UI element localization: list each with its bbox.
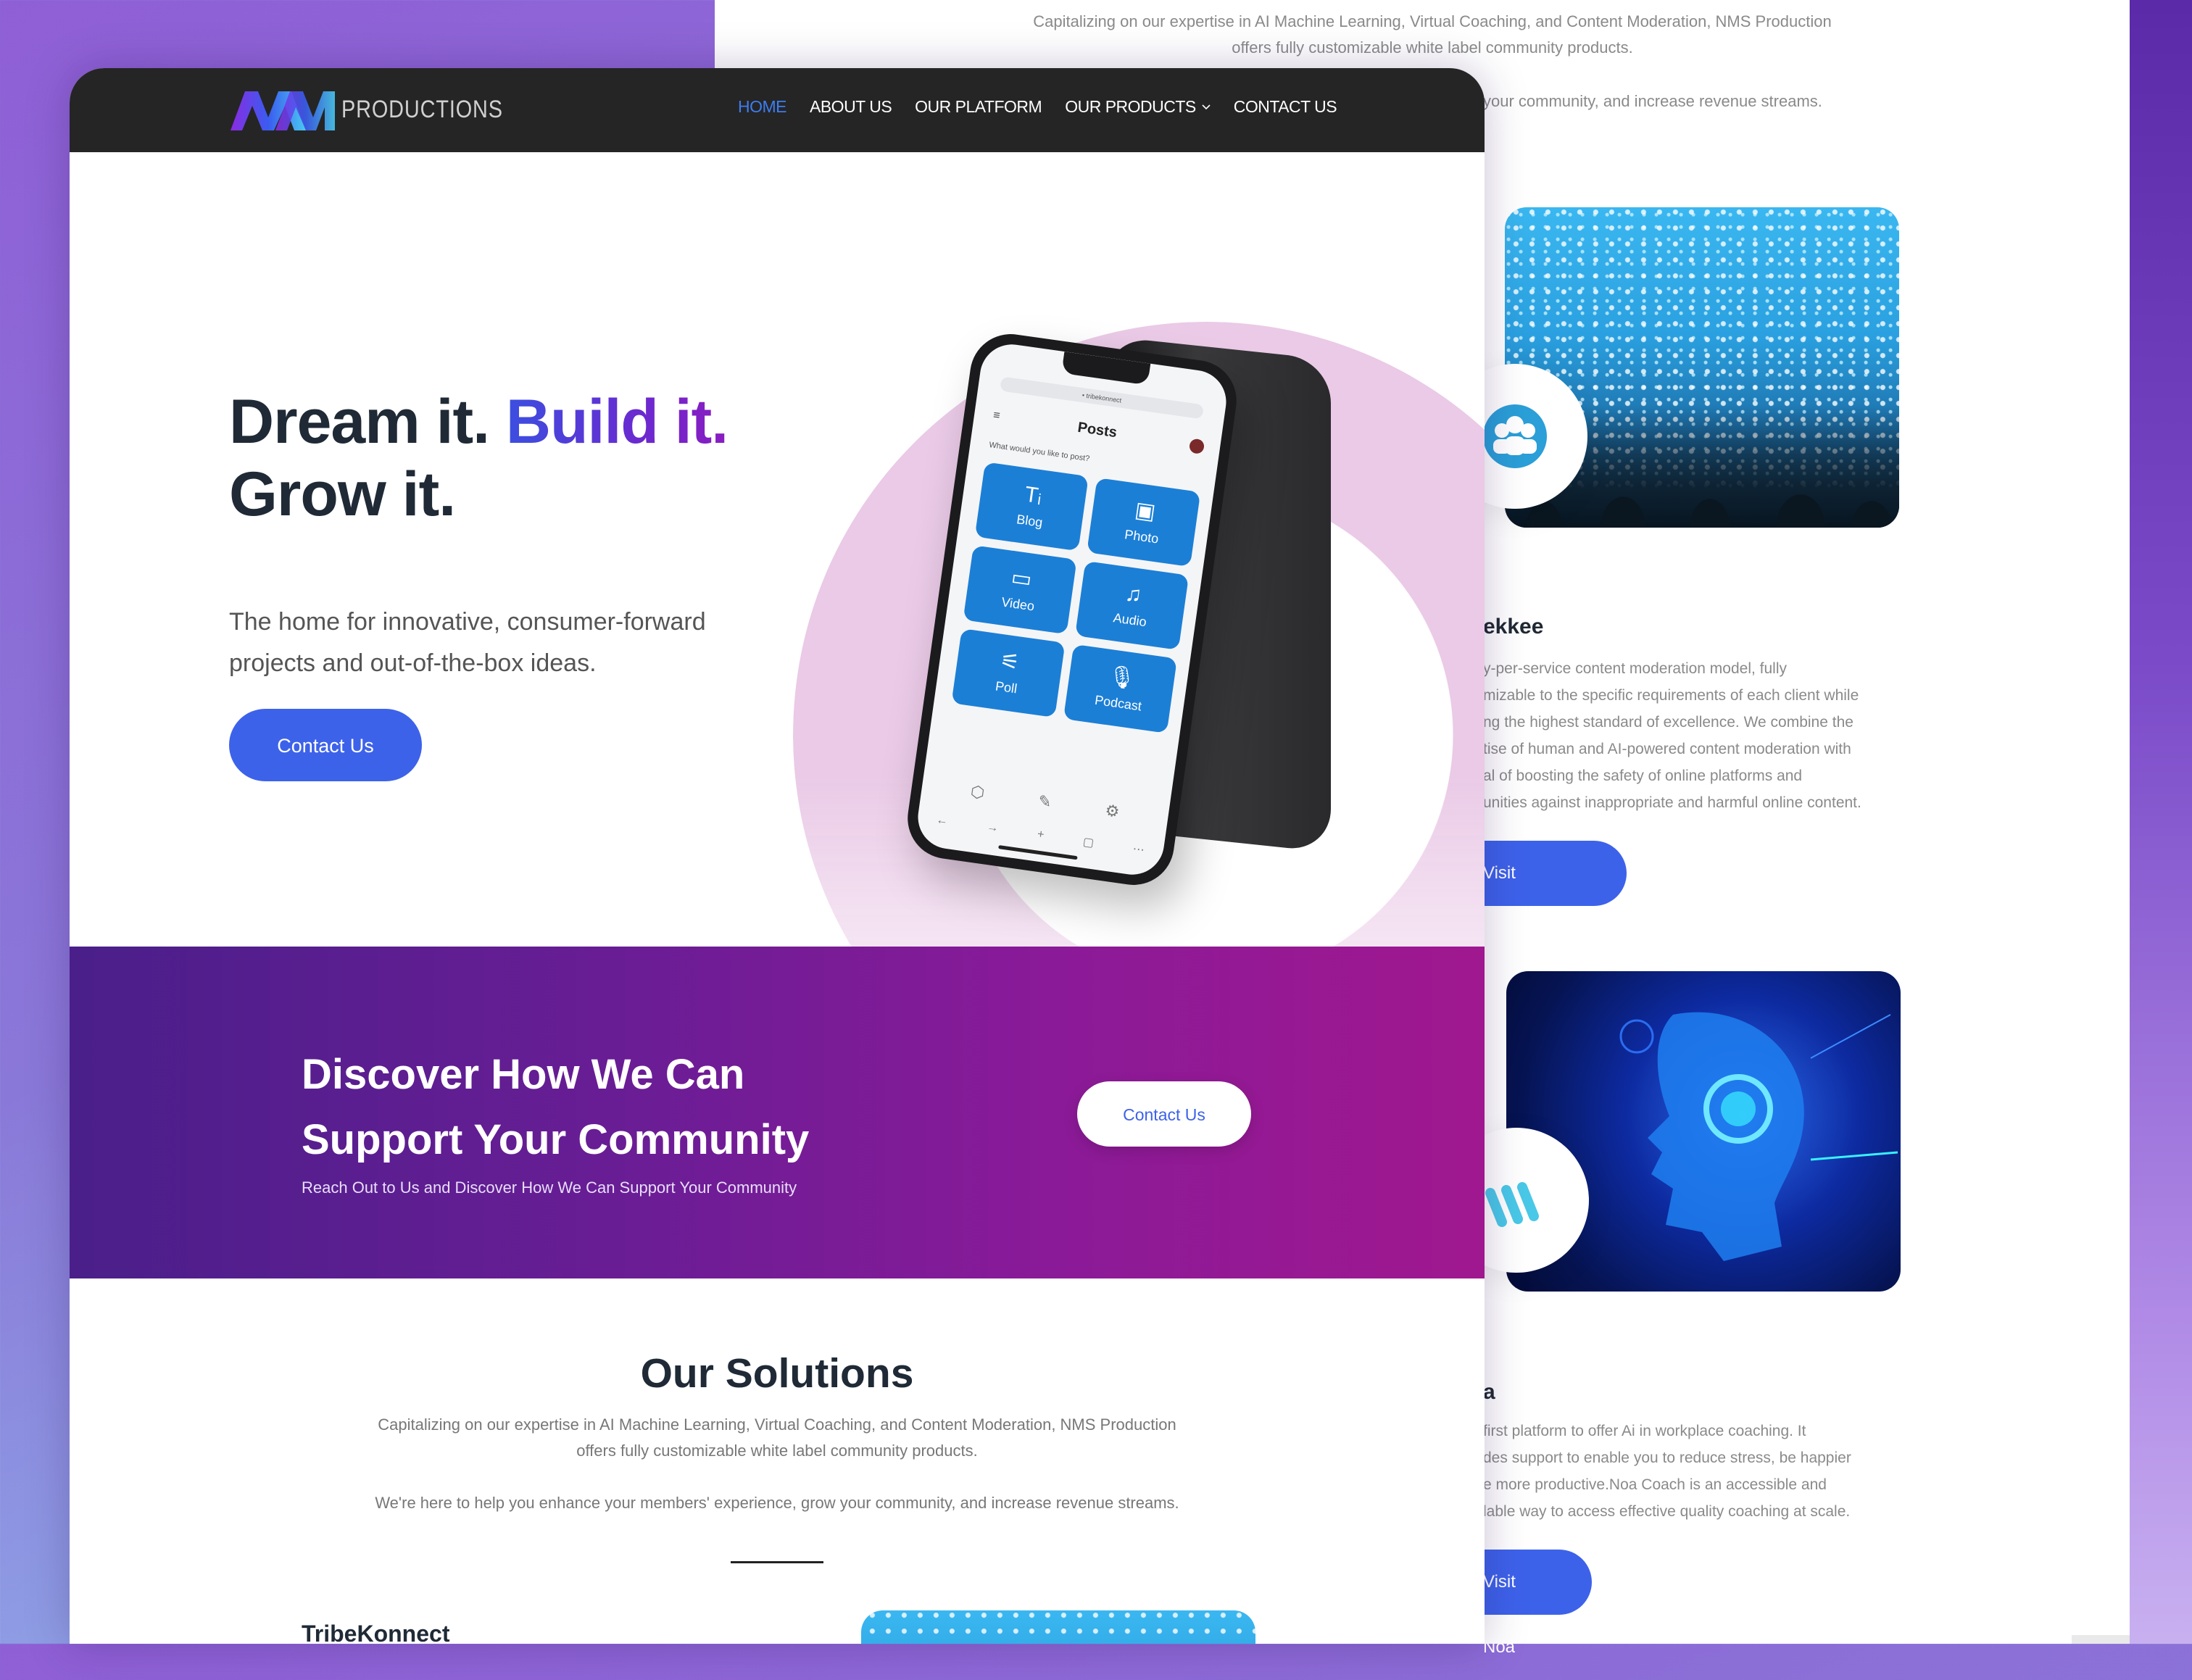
text-icon: Tᵢ: [1023, 482, 1044, 508]
bg-intro-line-2: offers fully customizable white label co…: [1232, 38, 1633, 57]
divider: [731, 1561, 823, 1563]
nav-our-platform[interactable]: OUR PLATFORM: [915, 97, 1042, 117]
banner-contact-button[interactable]: Contact Us: [1077, 1081, 1251, 1147]
phone-prompt: What would you like to post?: [988, 440, 1091, 464]
solutions-title: Our Solutions: [640, 1350, 914, 1397]
post-type-grid: Tᵢ Blog ▣ Photo ▭ Video ♫ Audio ⚟ Poll 🎙 Podca…: [951, 462, 1201, 733]
hero-title: Dream it. Build it. Grow it.: [229, 387, 728, 529]
tile-blog: Tᵢ Blog: [974, 462, 1089, 552]
tile-poll: ⚟ Poll: [951, 628, 1066, 718]
scrollbar[interactable]: [2072, 1635, 2130, 1644]
tile-photo: ▣ Photo: [1087, 478, 1201, 567]
gear-icon: ⚙: [1104, 801, 1121, 821]
forward-icon: →: [986, 820, 1000, 835]
banner-title: Discover How We Can Support Your Communi…: [302, 1051, 810, 1163]
nav-contact-us[interactable]: CONTACT US: [1234, 97, 1337, 117]
solutions-description: Capitalizing on our expertise in AI Mach…: [378, 1415, 1176, 1460]
chevron-down-icon: [1202, 104, 1211, 109]
tile-podcast: 🎙 Podcast: [1063, 644, 1177, 733]
bg-noa-heading: a: [1483, 1380, 1495, 1404]
image-icon: ▣: [1133, 497, 1158, 525]
banner-subtitle: Reach Out to Us and Discover How We Can …: [302, 1178, 797, 1197]
solution-image: [861, 1610, 1255, 1644]
nav-our-products[interactable]: OUR PRODUCTS: [1065, 97, 1211, 117]
bg-chekkee-heading: ekkee: [1483, 615, 1544, 639]
nav-our-products-label: OUR PRODUCTS: [1065, 97, 1196, 116]
more-icon: ⋯: [1132, 842, 1145, 857]
tile-audio: ♫ Audio: [1075, 560, 1190, 650]
bg-intro-line-1: Capitalizing on our expertise in AI Mach…: [1033, 12, 1832, 30]
sliders-icon: ⚟: [998, 648, 1021, 675]
music-icon: ♫: [1124, 581, 1144, 607]
nav-home[interactable]: HOME: [738, 97, 787, 117]
tile-video: ▭ Video: [963, 545, 1077, 635]
main-window: PRODUCTIONS HOME ABOUT US OUR PLATFORM O…: [70, 68, 1485, 1644]
logo-text: PRODUCTIONS: [341, 96, 503, 123]
background-edge: [2130, 0, 2192, 1644]
solution-item-title: TribeKonnect: [302, 1621, 450, 1644]
hero-contact-button[interactable]: Contact Us: [229, 709, 422, 781]
hero-section: Dream it. Build it. Grow it. The home fo…: [70, 152, 1485, 947]
community-banner: Discover How We Can Support Your Communi…: [70, 947, 1485, 1278]
nav-about-us[interactable]: ABOUT US: [810, 97, 892, 117]
bg-intro-line-3: your community, and increase revenue str…: [1483, 92, 1822, 110]
back-icon: ←: [935, 813, 949, 828]
add-icon: +: [1036, 828, 1045, 841]
microphone-icon: 🎙: [1106, 663, 1137, 691]
pencil-icon: ✎: [1037, 791, 1053, 812]
hero-subtitle: The home for innovative, consumer-forwar…: [229, 608, 706, 677]
shield-icon: ⬡: [969, 782, 986, 802]
solutions-description-2: We're here to help you enhance your memb…: [375, 1494, 1179, 1512]
bg-chekkee-description: y-per-service content moderation model, …: [1483, 660, 1861, 811]
bg-noa-description: first platform to offer Ai in workplace …: [1483, 1423, 1851, 1520]
main-menu: HOME ABOUT US OUR PLATFORM OUR PRODUCTS …: [738, 97, 1337, 117]
tabs-icon: ▢: [1082, 836, 1095, 850]
video-icon: ▭: [1009, 565, 1034, 592]
navbar: PRODUCTIONS HOME ABOUT US OUR PLATFORM O…: [70, 68, 1485, 152]
